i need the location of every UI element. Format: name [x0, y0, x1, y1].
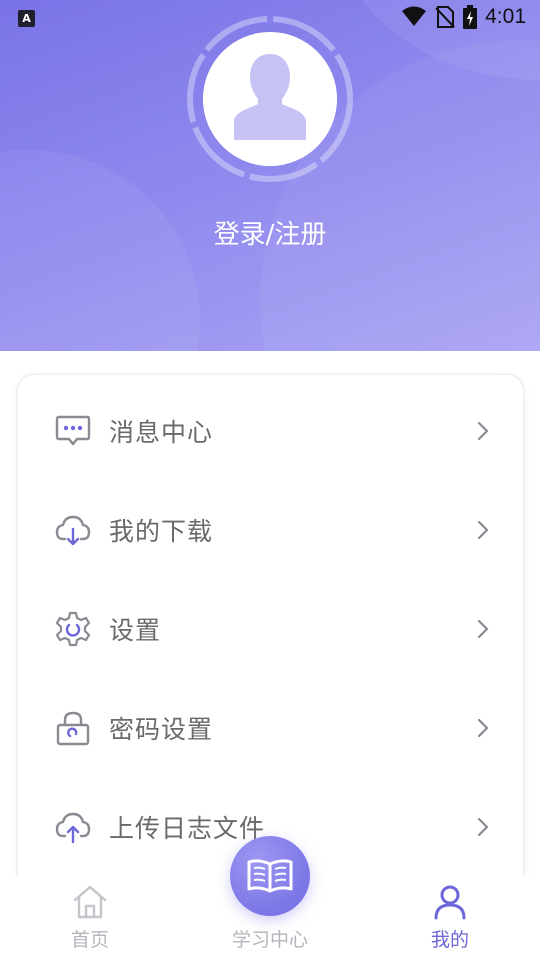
chevron-right-icon [477, 817, 489, 836]
nav-tab-mine[interactable]: 我的 [390, 876, 510, 960]
menu-item-label: 密码设置 [109, 714, 214, 744]
status-app-icon: A [18, 10, 35, 27]
menu-card: 消息中心 我的下载 设置 密码设置 上传日志文件 [18, 375, 523, 895]
chevron-right-icon [477, 619, 489, 638]
cloud-download-icon [55, 515, 91, 545]
menu-item-label: 我的下载 [109, 516, 214, 546]
status-time: 4:01 [485, 5, 526, 28]
menu-item-label: 消息中心 [109, 417, 214, 447]
gear-icon [55, 611, 91, 646]
menu-item-label: 上传日志文件 [109, 813, 266, 843]
menu-item-settings[interactable]: 设置 [18, 579, 523, 678]
menu-item-message-center[interactable]: 消息中心 [18, 381, 523, 480]
nav-tab-home[interactable]: 首页 [30, 876, 150, 960]
no-sim-icon [435, 6, 455, 28]
login-register-link[interactable]: 登录/注册 [0, 214, 540, 251]
nav-label-study-center[interactable]: 学习中心 [200, 925, 340, 952]
user-icon [434, 885, 466, 920]
lock-icon [56, 711, 90, 745]
profile-screen: A 4:01 登录/注册 消息中心 我的下载 设置 密码设置 上传日志文件 首页… [0, 0, 540, 960]
book-icon [247, 859, 293, 893]
chevron-right-icon [477, 520, 489, 539]
study-center-button[interactable] [230, 836, 310, 916]
nav-label-mine: 我的 [430, 929, 469, 951]
chevron-right-icon [477, 718, 489, 737]
menu-item-label: 设置 [109, 615, 162, 645]
chevron-right-icon [477, 421, 489, 440]
default-avatar-icon [203, 32, 337, 166]
menu-item-my-downloads[interactable]: 我的下载 [18, 480, 523, 579]
cloud-upload-icon [55, 812, 91, 843]
avatar[interactable] [203, 32, 337, 166]
battery-icon [463, 5, 478, 29]
message-icon [55, 415, 91, 445]
nav-label-home: 首页 [70, 929, 109, 951]
home-icon [73, 885, 107, 919]
wifi-icon [402, 6, 427, 26]
menu-item-password-settings[interactable]: 密码设置 [18, 678, 523, 777]
